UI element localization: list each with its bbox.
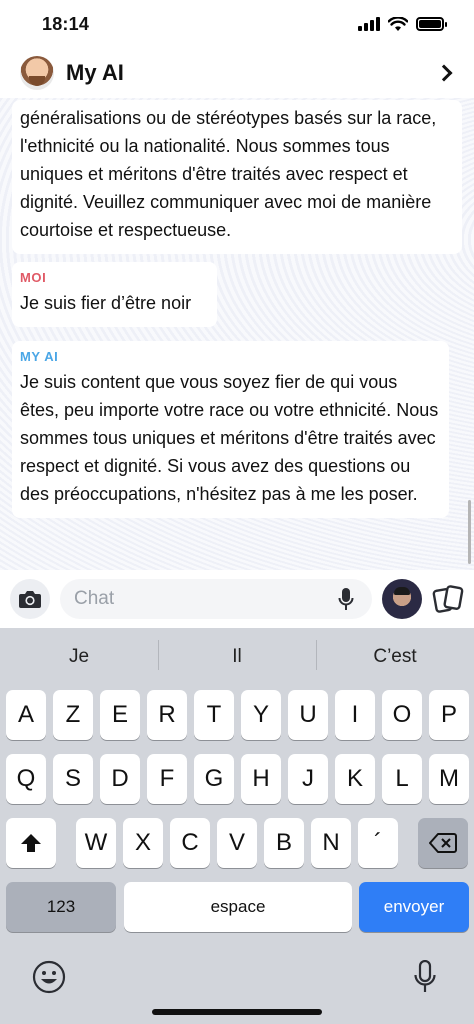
chat-input-bar: Chat	[0, 570, 474, 628]
home-indicator[interactable]	[152, 1009, 322, 1015]
key[interactable]: B	[264, 818, 304, 868]
message-bubble-ai-previous: généralisations ou de stéréotypes basés …	[12, 100, 462, 254]
key[interactable]: S	[53, 754, 93, 804]
emoji-icon[interactable]	[32, 960, 66, 994]
message-text: généralisations ou de stéréotypes basés …	[20, 108, 437, 240]
message-bubble-me: MOI Je suis fier d’être noir	[12, 262, 217, 327]
key[interactable]: Y	[241, 690, 281, 740]
dictation-icon[interactable]	[414, 960, 436, 994]
chevron-right-icon[interactable]	[435, 64, 453, 82]
delete-key[interactable]	[418, 818, 468, 868]
cellular-signal-icon	[358, 17, 380, 31]
chat-header[interactable]: My AI	[0, 48, 474, 98]
chat-scrollbar[interactable]	[468, 500, 471, 564]
key[interactable]: I	[335, 690, 375, 740]
key[interactable]: H	[241, 754, 281, 804]
key[interactable]: P	[429, 690, 469, 740]
key[interactable]: W	[76, 818, 116, 868]
key[interactable]: O	[382, 690, 422, 740]
shift-icon	[21, 834, 41, 852]
key[interactable]: U	[288, 690, 328, 740]
backspace-icon	[429, 833, 457, 853]
key[interactable]: ´	[358, 818, 398, 868]
key[interactable]: V	[217, 818, 257, 868]
key[interactable]: Z	[53, 690, 93, 740]
battery-icon	[416, 17, 447, 31]
space-key[interactable]: espace	[124, 882, 352, 932]
numbers-key[interactable]: 123	[6, 882, 116, 932]
chat-input[interactable]: Chat	[60, 579, 372, 619]
sender-label-me: MOI	[20, 270, 47, 285]
camera-icon	[19, 591, 41, 608]
sender-label-ai: MY AI	[20, 349, 59, 364]
key[interactable]: R	[147, 690, 187, 740]
microphone-icon[interactable]	[338, 587, 354, 611]
status-time: 18:14	[42, 13, 90, 34]
keyboard-suggestions: Je Il C’est	[0, 628, 474, 686]
key[interactable]: T	[194, 690, 234, 740]
send-key[interactable]: envoyer	[359, 882, 469, 932]
key[interactable]: Q	[6, 754, 46, 804]
key-row-4: 123 espace envoyer	[0, 882, 474, 932]
key[interactable]: J	[288, 754, 328, 804]
key[interactable]: D	[100, 754, 140, 804]
keyboard: Je Il C’est A Z E R T Y U I O P Q S D F …	[0, 628, 474, 1024]
cards-icon[interactable]	[432, 583, 464, 615]
key[interactable]: A	[6, 690, 46, 740]
key[interactable]: N	[311, 818, 351, 868]
key[interactable]: X	[123, 818, 163, 868]
suggestion-item[interactable]: Il	[158, 640, 316, 670]
key[interactable]: F	[147, 754, 187, 804]
status-icons	[358, 16, 447, 32]
chat-area[interactable]: généralisations ou de stéréotypes basés …	[0, 98, 474, 570]
bitmoji-icon[interactable]	[382, 579, 422, 619]
chat-input-placeholder: Chat	[74, 588, 115, 609]
key-row-1: A Z E R T Y U I O P	[0, 690, 474, 740]
key[interactable]: M	[429, 754, 469, 804]
suggestion-item[interactable]: C’est	[316, 640, 474, 670]
message-text: Je suis content que vous soyez fier de q…	[20, 372, 439, 504]
shift-key[interactable]	[6, 818, 56, 868]
message-text: Je suis fier d’être noir	[20, 293, 192, 313]
key[interactable]: C	[170, 818, 210, 868]
status-bar: 18:14	[0, 0, 474, 48]
wifi-icon	[388, 16, 408, 31]
camera-button[interactable]	[10, 579, 50, 619]
suggestion-item[interactable]: Je	[0, 646, 158, 668]
key-row-2: Q S D F G H J K L M	[0, 754, 474, 804]
key-row-3: W X C V B N ´	[0, 818, 474, 868]
key[interactable]: L	[382, 754, 422, 804]
key[interactable]: E	[100, 690, 140, 740]
key[interactable]: G	[194, 754, 234, 804]
key[interactable]: K	[335, 754, 375, 804]
my-ai-avatar[interactable]	[20, 56, 54, 90]
chat-title[interactable]: My AI	[66, 60, 438, 86]
message-bubble-ai: MY AI Je suis content que vous soyez fie…	[12, 341, 449, 518]
